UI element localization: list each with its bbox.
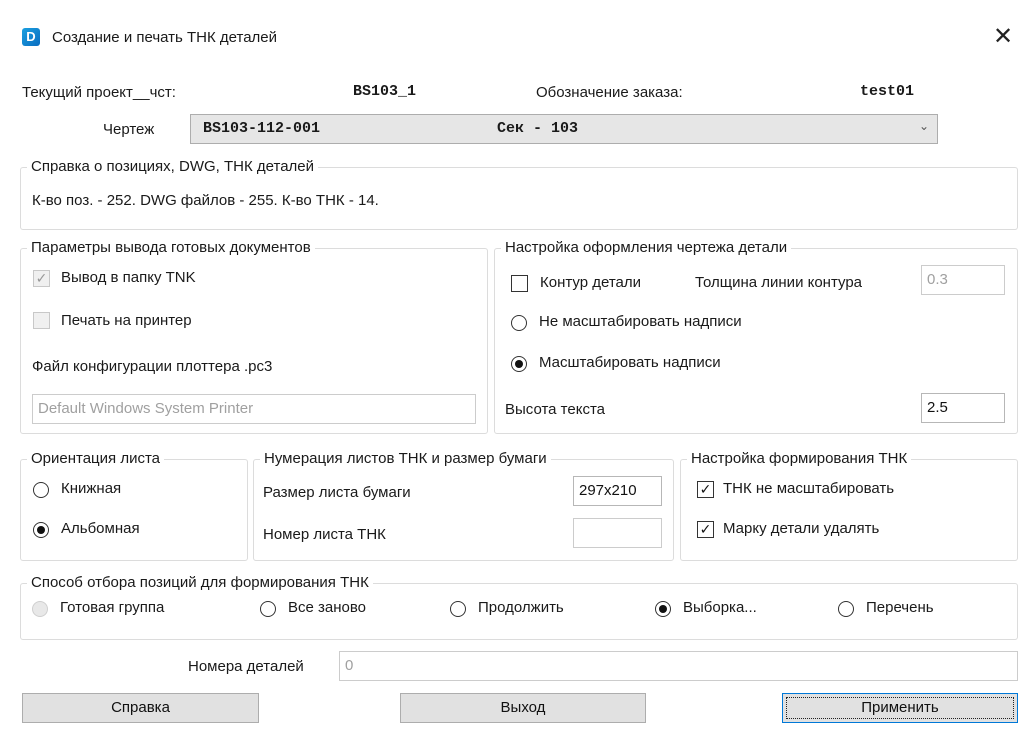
option-sample-label: Выборка... [683,599,757,616]
option-continue-radio[interactable] [450,601,466,617]
exit-button[interactable]: Выход [400,693,646,723]
current-project-value: BS103_1 [353,83,417,100]
option-continue-label: Продолжить [478,599,564,616]
focus-rect [786,697,1014,719]
drawing-label: Чертеж [103,121,155,138]
text-height-field[interactable]: 2.5 [921,393,1005,423]
folder-label: Вывод в папку TNK [61,269,196,286]
text-height-label: Высота текста [505,401,605,418]
orientation-title: Ориентация листа [27,450,164,468]
landscape-radio[interactable] [33,522,49,538]
apply-button[interactable]: Применить [782,693,1018,723]
output-group-title: Параметры вывода готовых документов [27,239,315,257]
no-scale-label: Не масштабировать надписи [539,313,742,330]
option-list-radio[interactable] [838,601,854,617]
drawing-setup-title: Настройка оформления чертежа детали [501,239,792,257]
checkmark-icon: ✓ [699,521,712,537]
orientation-group: Ориентация листа Книжная Альбомная [20,450,248,561]
thickness-field[interactable]: 0.3 [921,265,1005,295]
paper-size-field[interactable]: 297x210 [573,476,662,506]
tnk-no-scale-label: ТНК не масштабировать [723,480,895,497]
scale-radio[interactable] [511,356,527,372]
title-bar: D Создание и печать ТНК деталей ✕ [0,0,1021,72]
sheet-number-field[interactable] [573,518,662,548]
parts-field[interactable]: 0 [339,651,1018,681]
sheet-number-label: Номер листа ТНК [263,526,386,543]
info-group: Справка о позициях, DWG, ТНК деталей К-в… [20,158,1018,230]
tnk-no-scale-checkbox[interactable]: ✓ [697,481,714,498]
numbering-title: Нумерация листов ТНК и размер бумаги [260,450,551,468]
checkmark-icon: ✓ [35,270,48,286]
window-title: Создание и печать ТНК деталей [52,29,278,46]
numbering-group: Нумерация листов ТНК и размер бумаги Раз… [253,450,674,561]
delete-mark-checkbox[interactable]: ✓ [697,521,714,538]
selection-group: Способ отбора позиций для формирования Т… [20,574,1018,640]
thickness-label: Толщина линии контура [695,274,863,291]
drawing-section: Сек - 103 [497,120,579,137]
selection-title: Способ отбора позиций для формирования Т… [27,574,373,592]
portrait-label: Книжная [61,480,122,497]
printer-label: Печать на принтер [61,312,192,329]
info-text: К-во поз. - 252. DWG файлов - 255. К-во … [32,192,379,209]
drawing-combobox[interactable]: BS103-112-001 Сек - 103 ⌄ [190,114,938,144]
contour-label: Контур детали [540,274,642,291]
option-all-new-radio[interactable] [260,601,276,617]
help-button[interactable]: Справка [22,693,259,723]
close-icon[interactable]: ✕ [988,22,1018,52]
order-label: Обозначение заказа: [536,84,683,101]
option-ready-group-radio[interactable] [32,601,48,617]
info-group-title: Справка о позициях, DWG, ТНК деталей [27,158,319,176]
app-icon: D [22,28,40,46]
no-scale-radio[interactable] [511,315,527,331]
parts-label: Номера деталей [188,658,304,675]
portrait-radio[interactable] [33,482,49,498]
landscape-label: Альбомная [61,520,140,537]
drawing-setup-group: Настройка оформления чертежа детали Конт… [494,239,1018,434]
delete-mark-label: Марку детали удалять [723,520,880,537]
contour-checkbox[interactable] [511,275,528,292]
config-field[interactable]: Default Windows System Printer [32,394,476,424]
printer-checkbox[interactable] [33,312,50,329]
option-list-label: Перечень [866,599,934,616]
order-value: test01 [860,83,915,100]
option-all-new-label: Все заново [288,599,367,616]
option-ready-group-label: Готовая группа [60,599,165,616]
current-project-label: Текущий проект__чст: [22,84,176,101]
tnk-setup-title: Настройка формирования ТНК [687,450,912,468]
tnk-setup-group: Настройка формирования ТНК ✓ ТНК не масш… [680,450,1018,561]
config-label: Файл конфигурации плоттера .pc3 [32,358,273,375]
option-sample-radio[interactable] [655,601,671,617]
checkmark-icon: ✓ [699,481,712,497]
paper-size-label: Размер листа бумаги [263,484,411,501]
chevron-down-icon[interactable]: ⌄ [919,119,929,133]
drawing-code: BS103-112-001 [203,120,321,137]
output-group: Параметры вывода готовых документов ✓ Вы… [20,239,488,434]
folder-checkbox[interactable]: ✓ [33,270,50,287]
scale-label: Масштабировать надписи [539,354,721,371]
